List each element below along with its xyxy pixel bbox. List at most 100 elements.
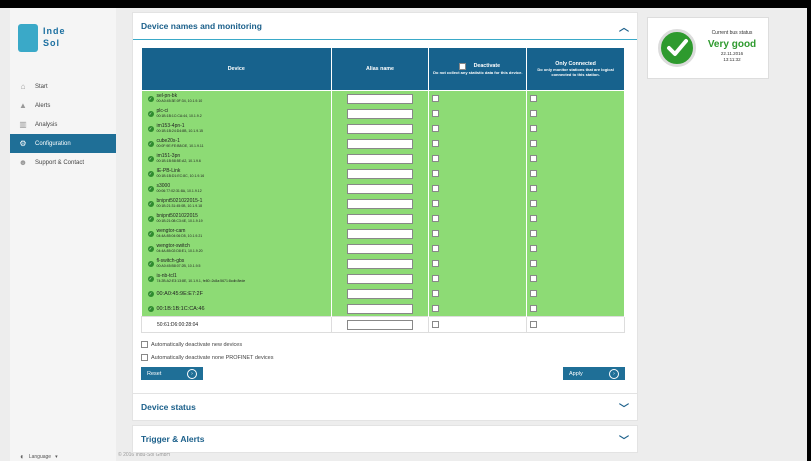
alias-input[interactable] (346, 213, 413, 224)
deactivate-checkbox[interactable] (432, 170, 440, 177)
only-connected-checkbox[interactable] (530, 155, 538, 162)
only-connected-cell (526, 256, 625, 271)
deactivate-cell (428, 106, 528, 121)
deactivate-profinet-checkbox[interactable] (141, 354, 148, 361)
deactivate-checkbox[interactable] (432, 95, 440, 102)
deactivate-new-checkbox[interactable] (141, 341, 148, 348)
device-mac: 00:06:77:02:31:8A, 10.1.9.12 (156, 189, 202, 193)
alias-input[interactable] (346, 198, 413, 209)
deactivate-checkbox[interactable] (432, 215, 440, 222)
alias-input[interactable] (346, 319, 413, 330)
only-connected-cell (526, 226, 625, 241)
only-connected-checkbox[interactable] (530, 290, 538, 297)
only-connected-checkbox[interactable] (530, 321, 538, 328)
deactivate-checkbox[interactable] (432, 200, 440, 207)
opt-deactivate-profinet[interactable]: Automatically deactivate none PROFINET d… (141, 354, 273, 361)
deactivate-checkbox[interactable] (432, 305, 440, 312)
deactivate-checkbox[interactable] (432, 185, 440, 192)
alias-input[interactable] (346, 228, 413, 239)
only-connected-checkbox[interactable] (530, 140, 538, 147)
device-column-cell: ✓ 00:A0:45:9E:E7:2F (141, 286, 332, 301)
only-connected-checkbox[interactable] (530, 215, 538, 222)
reset-button[interactable]: Reset › (141, 367, 203, 380)
panel-trigger-alerts-header[interactable]: Trigger & Alerts ﹀ (133, 426, 637, 452)
status-ok-icon: ✓ (147, 95, 154, 102)
panel-device-status-header[interactable]: Device status ﹀ (133, 394, 637, 420)
indusol-logo: Inde Sol (18, 24, 100, 52)
device-cell: ✓ is-nb-tcl1 74:2B:A2:E3:13:8E, 10.1.9.1, … (142, 273, 331, 284)
panel-device-names-header[interactable]: Device names and monitoring ︿ (133, 13, 637, 40)
deactivate-checkbox[interactable] (432, 321, 440, 328)
alias-input[interactable] (346, 93, 413, 104)
deactivate-checkbox[interactable] (432, 230, 440, 237)
apply-button[interactable]: Apply › (563, 367, 625, 380)
sidebar-item-support[interactable]: ☻ Support & Contact (10, 153, 116, 172)
only-connected-checkbox[interactable] (530, 260, 538, 267)
only-connected-checkbox[interactable] (530, 305, 538, 312)
alias-cell (331, 301, 430, 317)
table-row: ✓ fl-switch-gbs 00:A0:45:B8:07:2B, 10.1.9.… (141, 256, 625, 271)
deactivate-cell (428, 301, 528, 317)
only-connected-cell (526, 106, 625, 121)
language-selector[interactable]: ◐ Language ▾ (20, 452, 58, 461)
deactivate-checkbox[interactable] (432, 110, 440, 117)
deactivate-cell (428, 286, 528, 301)
only-connected-checkbox[interactable] (530, 275, 538, 282)
deactivate-checkbox[interactable] (432, 245, 440, 252)
only-connected-checkbox[interactable] (530, 95, 538, 102)
column-alias: Alias name (330, 47, 430, 91)
alias-input[interactable] (346, 243, 413, 254)
alias-cell (331, 136, 430, 151)
device-column-cell: ✓ sel-pn-bk 00:A0:45:3E:0F:34, 10.1.9.10 (141, 90, 332, 106)
globe-icon: ◐ (20, 452, 25, 461)
only-connected-checkbox[interactable] (530, 125, 538, 132)
only-connected-checkbox[interactable] (530, 200, 538, 207)
only-connected-checkbox[interactable] (530, 170, 538, 177)
sidebar-item-start[interactable]: ⌂ Start (10, 77, 116, 96)
device-cell: ✓ im151-3pn 00:1B:1B:58:5E:A2, 10.1.9.6 (142, 153, 331, 164)
deactivate-all-checkbox[interactable] (458, 63, 466, 70)
alias-input[interactable] (346, 258, 413, 269)
deactivate-checkbox[interactable] (432, 275, 440, 282)
alias-cell (331, 196, 430, 211)
alias-input[interactable] (346, 273, 413, 284)
only-connected-cell (526, 151, 625, 166)
sidebar: Inde Sol ⌂ Start ▲ Alerts ▥ Analysis ⚙ Config… (10, 8, 116, 461)
logo-text-line1: Inde (43, 26, 66, 36)
alias-input[interactable] (346, 108, 413, 119)
deactivate-checkbox[interactable] (432, 155, 440, 162)
table-row: ✓ 00:A0:45:9E:E7:2F (141, 286, 625, 301)
alias-input[interactable] (346, 288, 413, 299)
device-cell: ✓ 00:A0:45:9E:E7:2F (142, 290, 331, 297)
table-row: ✓ im153-4pn-1 00:1B:1B:24:D4:8B, 10.1.9.15 (141, 121, 625, 136)
device-mac: 00:1B:1B:24:D4:8B, 10.1.9.15 (156, 129, 204, 133)
alias-input[interactable] (346, 123, 413, 134)
deactivate-cell (428, 211, 528, 226)
device-mac: 00:1B:1B:1C:CA:44, 10.1.9.2 (156, 114, 202, 118)
table-row: ✓ bnipnt5021022015 00:1B:21:08:C3:4E, 10.1… (141, 211, 625, 226)
chevron-up-icon[interactable]: ︿ (619, 19, 629, 34)
table-row: ✓ im151-3pn 00:1B:1B:58:5E:A2, 10.1.9.6 (141, 151, 625, 166)
opt-deactivate-new[interactable]: Automatically deactivate new devices (141, 341, 242, 348)
deactivate-checkbox[interactable] (432, 125, 440, 132)
deactivate-cell (428, 90, 528, 106)
device-cell: ✓ s3000 00:06:77:02:31:8A, 10.1.9.12 (142, 183, 331, 194)
sidebar-item-analysis[interactable]: ▥ Analysis (10, 115, 116, 134)
deactivate-checkbox[interactable] (432, 260, 440, 267)
alias-input[interactable] (346, 303, 413, 314)
only-connected-checkbox[interactable] (530, 185, 538, 192)
deactivate-checkbox[interactable] (432, 290, 440, 297)
alias-input[interactable] (346, 168, 413, 179)
alias-input[interactable] (346, 153, 413, 164)
only-connected-checkbox[interactable] (530, 110, 538, 117)
chevron-down-icon[interactable]: ﹀ (619, 400, 629, 415)
alias-input[interactable] (346, 138, 413, 149)
deactivate-checkbox[interactable] (432, 140, 440, 147)
sidebar-item-alerts[interactable]: ▲ Alerts (10, 96, 116, 115)
alias-input[interactable] (346, 183, 413, 194)
only-connected-checkbox[interactable] (530, 230, 538, 237)
chevron-down-icon[interactable]: ﹀ (619, 432, 629, 447)
sidebar-item-configuration[interactable]: ⚙ Configuration (10, 134, 116, 153)
deactivate-cell (428, 196, 528, 211)
only-connected-checkbox[interactable] (530, 245, 538, 252)
